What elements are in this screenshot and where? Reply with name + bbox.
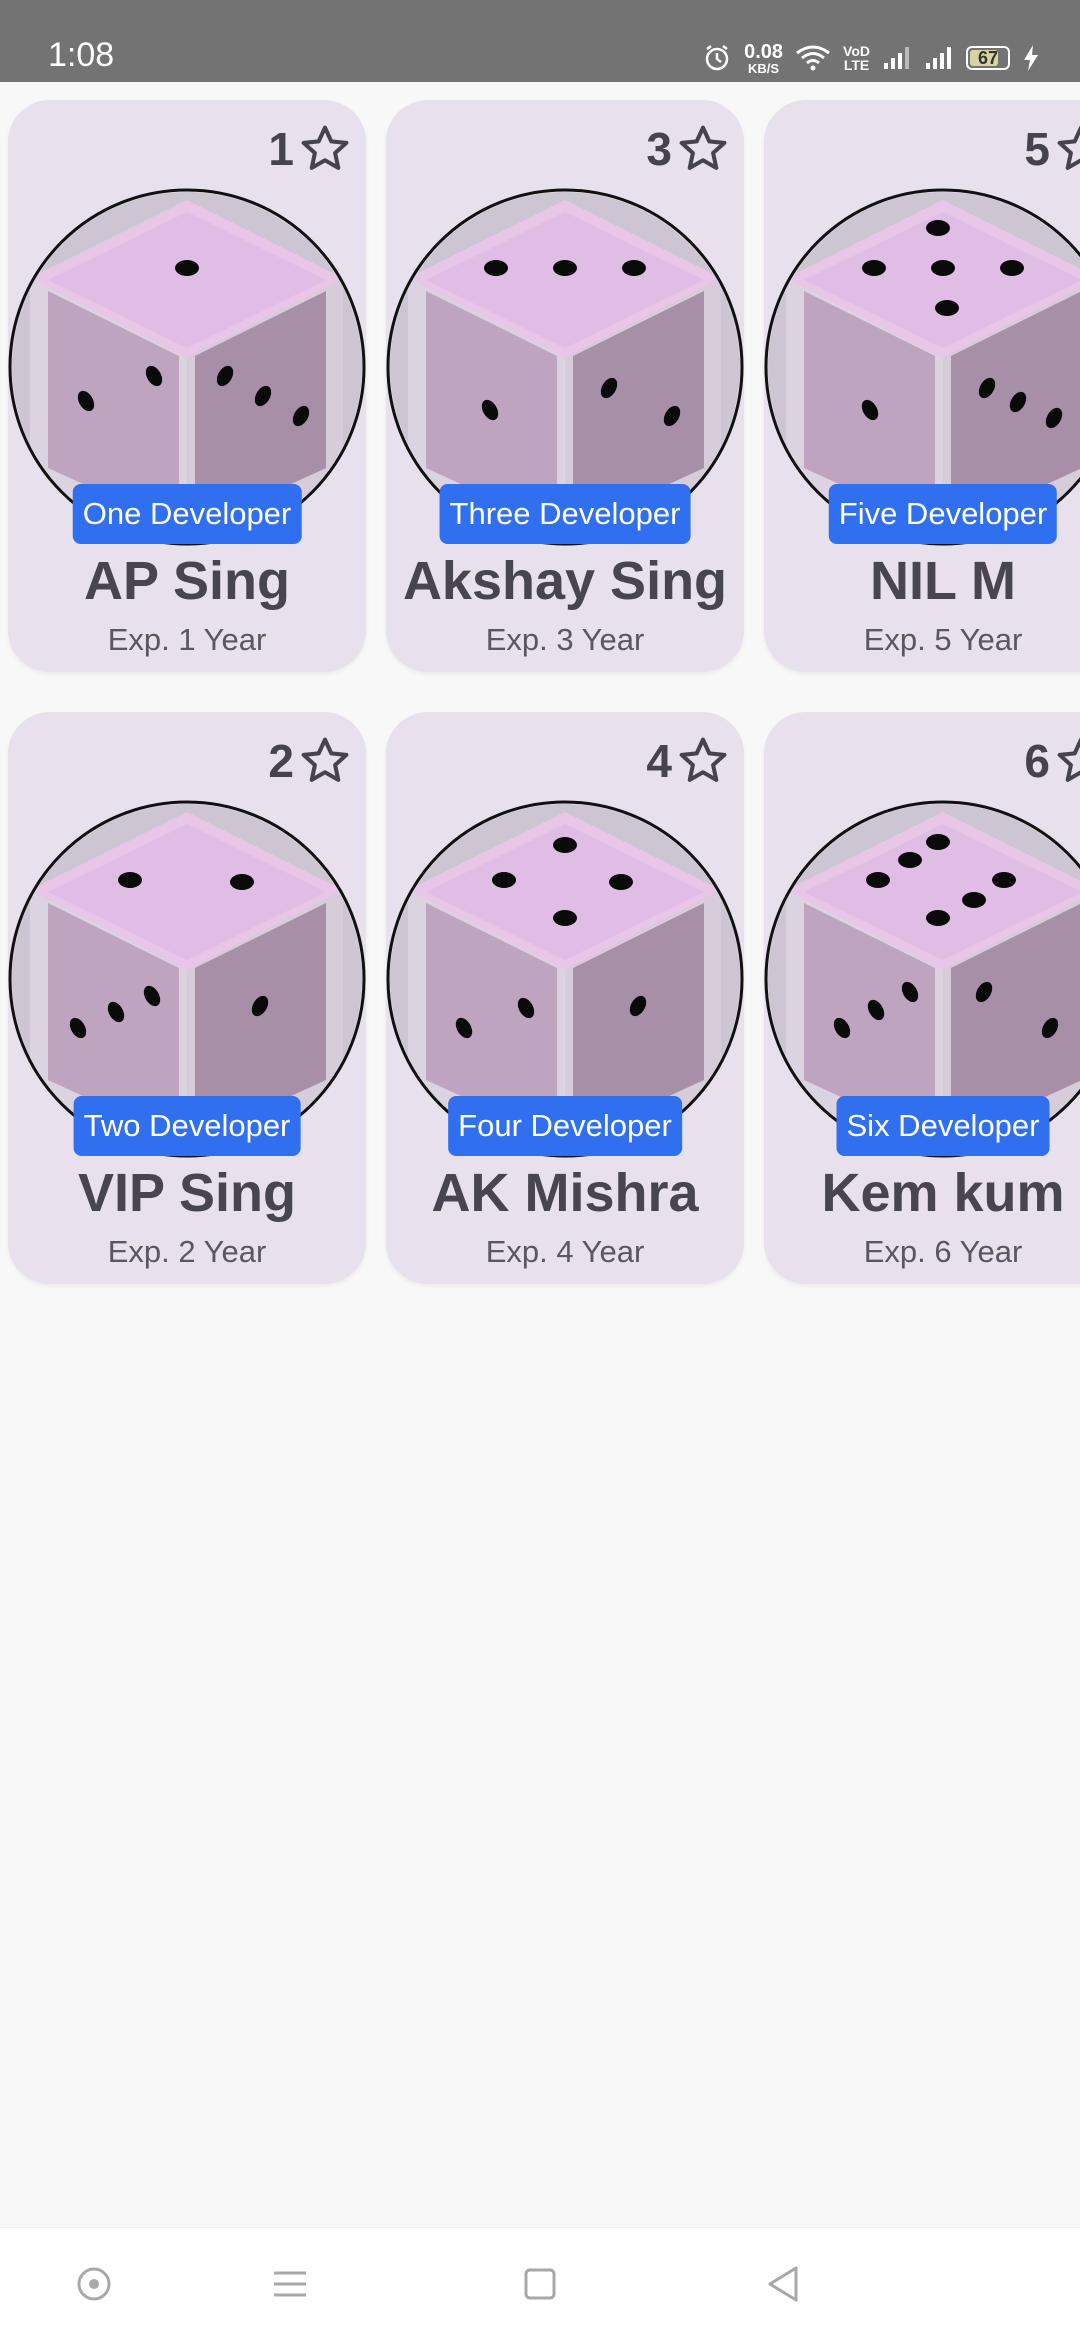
dice-pip: [1000, 260, 1024, 276]
battery-level: 67: [977, 48, 999, 68]
developer-card-1[interactable]: 1 One Developer AP Sing Exp. 1 Year: [8, 100, 366, 672]
volte-indicator: VoD LTE: [843, 44, 870, 72]
star-outline-icon[interactable]: [676, 122, 730, 176]
dice-pip: [230, 874, 254, 890]
developer-experience: Exp. 4 Year: [485, 1234, 645, 1269]
dice-pip: [926, 910, 950, 926]
dice-pip: [175, 260, 199, 276]
star-outline-icon[interactable]: [298, 734, 352, 788]
developer-experience: Exp. 2 Year: [107, 1234, 267, 1269]
role-badge: Six Developer: [836, 1096, 1050, 1156]
battery-indicator: 67: [966, 46, 1010, 70]
dice-pip: [553, 910, 577, 926]
developer-name: AP Sing: [83, 551, 291, 611]
dice-pip: [553, 260, 577, 276]
developer-card-6[interactable]: 6 Six Developer Kem kum Exp. 6 Year: [764, 712, 1080, 1284]
alarm-icon: [705, 45, 729, 71]
developer-card-4[interactable]: 2 Two Developer VIP Sing Exp. 2 Year: [8, 712, 366, 1284]
rating-value: 5: [1024, 123, 1050, 175]
developer-card-2[interactable]: 3 Three Developer Akshay Sing Exp. 3 Yea…: [386, 100, 744, 672]
back-triangle-icon: [768, 2266, 798, 2302]
status-icons: 0.08 KB/S VoD LTE 67: [702, 38, 1040, 78]
wifi-icon: [796, 45, 830, 71]
dice-pip: [866, 872, 890, 888]
developer-name: NIL M: [870, 551, 1016, 611]
nav-assistant-button[interactable]: [72, 2262, 116, 2306]
dice-pip: [553, 837, 577, 853]
rating: 6: [1024, 734, 1080, 788]
square-icon: [524, 2268, 556, 2300]
dice-pip: [622, 260, 646, 276]
dice-pip: [898, 852, 922, 868]
rating: 4: [646, 734, 730, 788]
star-outline-icon[interactable]: [1054, 734, 1080, 788]
dice-pip: [935, 300, 959, 316]
nav-back-button[interactable]: [762, 2262, 806, 2306]
nav-menu-button[interactable]: [268, 2262, 312, 2306]
rating-value: 1: [268, 123, 294, 175]
dice-pip: [609, 874, 633, 890]
dice-pip: [931, 260, 955, 276]
developer-experience: Exp. 3 Year: [485, 622, 645, 657]
circle-dot-icon: [77, 2267, 111, 2301]
dice-pip: [926, 834, 950, 850]
role-badge: Four Developer: [448, 1096, 682, 1156]
rating: 5: [1024, 122, 1080, 176]
star-outline-icon[interactable]: [1054, 122, 1080, 176]
signal-icon-2: [926, 47, 951, 69]
rating-value: 3: [646, 123, 672, 175]
status-time: 1:08: [48, 36, 115, 74]
dice-pip: [992, 872, 1016, 888]
dice-pip: [118, 872, 142, 888]
rating-value: 4: [646, 735, 672, 787]
rating: 1: [268, 122, 352, 176]
developer-name: Kem kum: [821, 1163, 1065, 1223]
system-navigation-bar: [0, 2227, 1080, 2340]
charging-icon: [1024, 45, 1038, 71]
rating-value: 2: [268, 735, 294, 787]
developer-experience: Exp. 5 Year: [863, 622, 1023, 657]
nav-home-button[interactable]: [518, 2262, 562, 2306]
dice-pip: [962, 892, 986, 908]
rating: 3: [646, 122, 730, 176]
signal-icon: [884, 47, 909, 69]
role-badge: Five Developer: [828, 484, 1058, 544]
volte-top: VoD: [843, 43, 870, 59]
developer-name: Akshay Sing: [402, 551, 728, 611]
star-outline-icon[interactable]: [298, 122, 352, 176]
developer-card-3[interactable]: 5 Five Developer NIL M Exp. 5 Year: [764, 100, 1080, 672]
role-badge: Two Developer: [73, 1096, 301, 1156]
developer-name: AK Mishra: [431, 1163, 699, 1223]
menu-icon: [274, 2271, 306, 2297]
developer-name: VIP Sing: [77, 1163, 297, 1223]
dice-pip: [926, 220, 950, 236]
rating: 2: [268, 734, 352, 788]
network-speed: 0.08 KB/S: [744, 42, 783, 75]
star-outline-icon[interactable]: [676, 734, 730, 788]
developer-card-5[interactable]: 4 Four Developer AK Mishra Exp. 4 Year: [386, 712, 744, 1284]
volte-bottom: LTE: [843, 57, 870, 73]
dice-pip: [492, 872, 516, 888]
developer-experience: Exp. 6 Year: [863, 1234, 1023, 1269]
role-badge: Three Developer: [439, 484, 691, 544]
dice-pip: [484, 260, 508, 276]
developer-experience: Exp. 1 Year: [107, 622, 267, 657]
network-speed-unit: KB/S: [748, 60, 780, 76]
rating-value: 6: [1024, 735, 1050, 787]
network-speed-value: 0.08: [744, 40, 784, 63]
status-bar: 1:08 0.08 KB/S VoD LTE 67: [0, 0, 1080, 82]
role-badge: One Developer: [72, 484, 302, 544]
dice-pip: [862, 260, 886, 276]
